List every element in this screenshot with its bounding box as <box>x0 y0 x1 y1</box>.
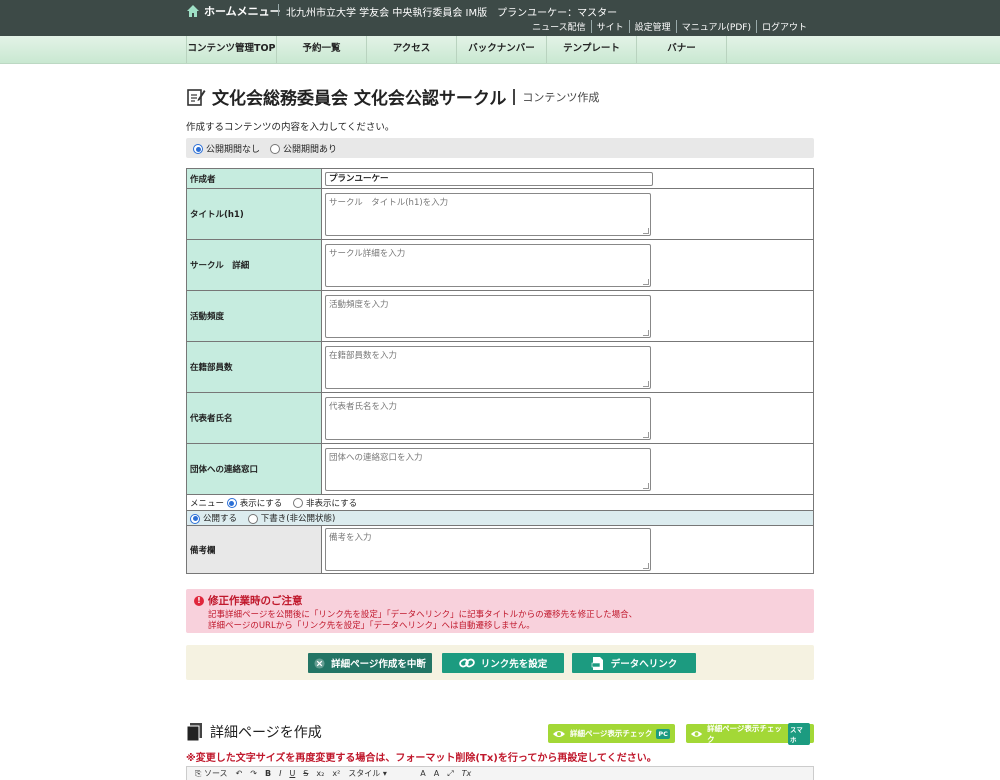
radio-menu-show[interactable]: 表示にする <box>226 498 282 509</box>
author-label: 作成者 <box>186 168 322 189</box>
link-settings[interactable]: 設定管理 <box>628 20 676 33</box>
superscript-button[interactable]: x² <box>332 769 340 778</box>
link-logout[interactable]: ログアウト <box>755 20 812 33</box>
link-site[interactable]: サイト <box>590 20 629 33</box>
preview-sp-button[interactable]: 詳細ページ表示チェック スマホ <box>686 722 814 745</box>
frequency-textarea[interactable]: 活動頻度を入力 <box>325 294 651 338</box>
maximize-icon[interactable]: ⤢ <box>447 769 453 779</box>
publish-period-box: 公開期間なし 公開期間あり <box>186 138 814 158</box>
set-link-button[interactable]: リンク先を設定 <box>442 653 564 673</box>
nav-reservations[interactable]: 予約一覧 <box>277 36 367 63</box>
publish-row: 公開する 下書き(非公開状態) <box>186 510 814 526</box>
top-links: ニュース配信 サイト 設定管理 マニュアル(PDF) ログアウト <box>527 20 812 33</box>
source-button[interactable]: ⎘ ソース <box>195 768 228 779</box>
eye-icon <box>690 730 703 737</box>
source-icon: ⎘ <box>195 769 202 778</box>
radio-no-period[interactable]: 公開期間なし <box>193 142 260 155</box>
nav-access[interactable]: アクセス <box>367 36 457 63</box>
bg-color-button[interactable]: A <box>434 769 439 778</box>
caution-notice: ! 修正作業時のご注意 記事詳細ページを公開後に「リンク先を設定」「データへリンク… <box>186 589 814 633</box>
cancel-detail-button[interactable]: 詳細ページ作成を中断 <box>308 653 432 673</box>
link-manual[interactable]: マニュアル(PDF) <box>675 20 756 33</box>
link-icon <box>458 658 475 668</box>
top-bar: ホームメニュー 北九州市立大学 学友会 中央執行委員会 IM版 プランユーケー：… <box>0 0 1000 36</box>
home-icon <box>187 5 199 17</box>
home-menu-link[interactable]: ホームメニュー <box>186 3 281 19</box>
detail-section-heading: 詳細ページを作成 <box>186 722 322 742</box>
text-color-button[interactable]: A <box>420 769 425 778</box>
nav-template[interactable]: テンプレート <box>547 36 637 63</box>
detail-textarea[interactable]: サークル詳細を入力 <box>325 243 651 287</box>
field-label: 団体への連絡窓口 <box>186 443 322 495</box>
field-label: タイトル(h1) <box>186 188 322 240</box>
subscript-button[interactable]: x₂ <box>316 769 324 778</box>
document-icon <box>186 723 202 742</box>
chevron-down-icon: ▾ <box>382 769 387 778</box>
preview-pc-button[interactable]: 詳細ページ表示チェック PC <box>548 724 675 743</box>
menu-row: メニュー 表示にする 非表示にする <box>186 494 814 511</box>
undo-icon[interactable]: ↶ <box>236 769 243 778</box>
eye-icon <box>553 730 565 737</box>
nav-banner[interactable]: バナー <box>637 36 727 63</box>
field-label: サークル 詳細 <box>186 239 322 291</box>
italic-button[interactable]: I <box>279 769 281 778</box>
pdf-file-icon <box>591 656 603 670</box>
content-form: 作成者 プランユーケー タイトル(h1) サークル タイトル(h1)を入力 サー… <box>186 168 814 574</box>
remarks-label: 備考欄 <box>186 525 322 574</box>
site-info: 北九州市立大学 学友会 中央執行委員会 IM版 プランユーケー：マスター <box>286 8 618 19</box>
bold-button[interactable]: B <box>265 769 271 778</box>
editor-toolbar: ⎘ ソース ↶ ↷ B I U S x₂ x² スタイル ▾ A A ⤢ Tx <box>186 766 814 780</box>
radio-with-period[interactable]: 公開期間あり <box>270 142 337 155</box>
field-label: 活動頻度 <box>186 290 322 342</box>
main-nav: コンテンツ管理TOP 予約一覧 アクセス バックナンバー テンプレート バナー <box>0 36 1000 64</box>
page-title: 文化会総務委員会 文化会公認サークル コンテンツ作成 <box>186 84 599 109</box>
remarks-textarea[interactable]: 備考を入力 <box>325 528 651 571</box>
data-link-button[interactable]: データへリンク <box>572 653 696 673</box>
edit-note-icon <box>187 88 206 106</box>
radio-publish[interactable]: 公開する <box>190 513 237 524</box>
close-circle-icon <box>314 657 325 669</box>
radio-menu-hide[interactable]: 非表示にする <box>293 498 357 509</box>
radio-draft[interactable]: 下書き(非公開状態) <box>247 513 335 524</box>
exclamation-icon: ! <box>194 595 204 606</box>
nav-backnumber[interactable]: バックナンバー <box>457 36 547 63</box>
title-textarea[interactable]: サークル タイトル(h1)を入力 <box>325 192 651 236</box>
author-input[interactable]: プランユーケー <box>325 171 653 186</box>
font-size-warning: ※変更した文字サイズを再度変更する場合は、フォーマット削除(Tx)を行ってから再… <box>186 753 657 764</box>
field-label: 代表者氏名 <box>186 392 322 444</box>
contact-textarea[interactable]: 団体への連絡窓口を入力 <box>325 447 651 491</box>
action-buttons: 詳細ページ作成を中断 リンク先を設定 データへリンク <box>186 645 814 680</box>
page-description: 作成するコンテンツの内容を入力してください。 <box>186 122 395 133</box>
link-news[interactable]: ニュース配信 <box>527 20 591 33</box>
redo-icon[interactable]: ↷ <box>250 769 257 778</box>
underline-button[interactable]: U <box>289 769 295 778</box>
field-label: 在籍部員数 <box>186 341 322 393</box>
remove-format-button[interactable]: Tx <box>462 769 472 778</box>
strike-button[interactable]: S <box>303 769 308 778</box>
nav-contents-top[interactable]: コンテンツ管理TOP <box>186 36 277 63</box>
members-textarea[interactable]: 在籍部員数を入力 <box>325 345 651 389</box>
style-dropdown[interactable]: スタイル ▾ <box>348 768 412 779</box>
representative-textarea[interactable]: 代表者氏名を入力 <box>325 396 651 440</box>
